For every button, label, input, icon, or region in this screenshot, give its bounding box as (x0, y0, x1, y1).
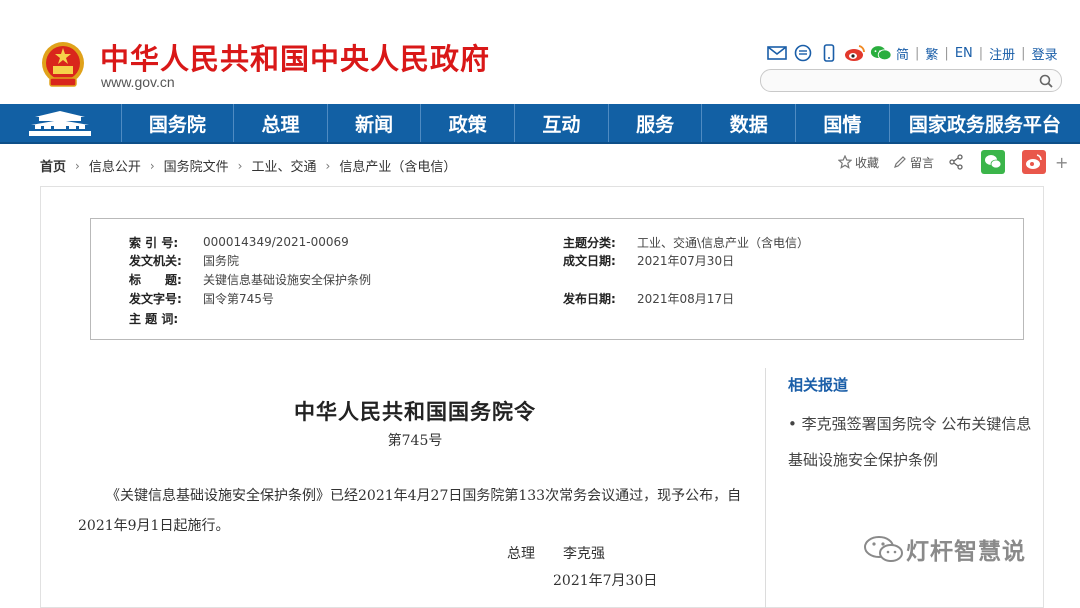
meta-title-label: 标 题: (129, 272, 182, 287)
wechat-logo-icon (864, 536, 903, 562)
meta-docno-label: 发文字号: (129, 291, 182, 306)
meta-index-label: 索 引 号: (129, 235, 179, 250)
chevron-right-icon: › (75, 158, 80, 173)
pencil-icon (894, 156, 906, 168)
site-header: 中华人民共和国中央人民政府 www.gov.cn 简 | 繁 | EN | 注册… (0, 0, 1080, 104)
mobile-icon[interactable] (818, 43, 840, 63)
link-login[interactable]: 登录 (1032, 44, 1058, 63)
meta-created-label: 成文日期: (563, 253, 616, 268)
page-tools: 收藏 留言 + (838, 150, 1068, 174)
share-wechat-button[interactable] (981, 150, 1008, 174)
nav-item-news[interactable]: 新闻 (328, 104, 422, 142)
chevron-right-icon: › (325, 158, 331, 173)
meta-published-label: 发布日期: (563, 291, 616, 306)
share-icon (949, 154, 963, 170)
wechat-icon (981, 150, 1006, 174)
related-reports: 相关报道 • 李克强签署国务院令 公布关键信息基础设施安全保护条例 (765, 368, 1046, 608)
signature: 总理 李克强 (507, 543, 605, 563)
search-icon[interactable] (1039, 73, 1053, 92)
chevron-right-icon: › (237, 158, 243, 173)
meta-topic-value: 工业、交通\信息产业（含电信） (637, 235, 810, 250)
top-links: 简 | 繁 | EN | 注册 | 登录 (766, 42, 1058, 64)
related-reports-title: 相关报道 (788, 376, 849, 394)
wechat-icon[interactable] (870, 43, 892, 63)
signer-title: 总理 (507, 546, 535, 562)
nav-item-policy[interactable]: 政策 (421, 104, 516, 142)
tiananmen-icon (29, 111, 92, 136)
watermark: 灯杆智慧说 (862, 532, 1026, 566)
breadcrumb-home[interactable]: 首页 (40, 156, 66, 175)
share-weibo-button[interactable] (1022, 150, 1049, 174)
signer-name: 李克强 (563, 546, 605, 562)
mail-icon[interactable] (766, 43, 788, 63)
meta-issuer-label: 发文机关: (129, 253, 182, 268)
more-share-icon[interactable]: + (1055, 153, 1068, 172)
meta-created-value: 2021年07月30日 (637, 253, 735, 268)
meta-title-value: 关键信息基础设施安全保护条例 (203, 272, 372, 287)
document-number: 第745号 (387, 433, 443, 449)
breadcrumb-state-council-docs[interactable]: 国务院文件 (164, 156, 229, 175)
favorite-button[interactable]: 收藏 (838, 154, 879, 171)
weibo-icon (1022, 150, 1047, 174)
nav-home[interactable] (0, 104, 122, 142)
site-url[interactable]: www.gov.cn (101, 74, 175, 90)
link-register[interactable]: 注册 (989, 44, 1015, 63)
search-box (760, 69, 1062, 92)
nav-item-national-info[interactable]: 国情 (796, 104, 890, 142)
document-date: 2021年7月30日 (553, 573, 658, 589)
breadcrumb: 首页 › 信息公开 › 国务院文件 › 工业、交通 › 信息产业（含电信） (40, 156, 456, 176)
meta-keywords-label: 主 题 词: (129, 311, 179, 326)
comment-button[interactable]: 留言 (893, 154, 934, 171)
document-title: 中华人民共和国国务院令 (294, 399, 536, 424)
search-input[interactable] (771, 70, 1035, 92)
breadcrumb-info-industry[interactable]: 信息产业（含电信） (339, 156, 456, 175)
weibo-icon[interactable] (844, 43, 866, 63)
meta-docno-value: 国令第745号 (203, 291, 274, 306)
nav-item-premier[interactable]: 总理 (234, 104, 328, 142)
comment-label: 留言 (910, 155, 935, 170)
watermark-text: 灯杆智慧说 (906, 539, 1026, 565)
main-nav: 国务院 总理 新闻 政策 互动 服务 数据 国情 国家政务服务平台 (0, 104, 1080, 144)
meta-issuer-value: 国务院 (203, 253, 240, 268)
bullet-icon: • (788, 415, 802, 433)
nav-item-gov-service-platform[interactable]: 国家政务服务平台 (890, 104, 1080, 142)
related-report-link[interactable]: • 李克强签署国务院令 公布关键信息基础设施安全保护条例 (788, 406, 1038, 478)
breadcrumb-info-disclosure[interactable]: 信息公开 (89, 156, 141, 175)
nav-item-data[interactable]: 数据 (702, 104, 797, 142)
meta-published-value: 2021年08月17日 (637, 291, 735, 306)
message-icon[interactable] (792, 43, 814, 63)
favorite-label: 收藏 (855, 155, 880, 170)
link-traditional[interactable]: 繁 (925, 44, 938, 63)
share-button[interactable] (948, 154, 967, 170)
meta-index-value: 000014349/2021-00069 (203, 235, 349, 249)
separator: | (915, 45, 920, 61)
document-metadata: 索 引 号: 000014349/2021-00069 主题分类: 工业、交通\… (90, 218, 1024, 340)
meta-topic-label: 主题分类: (563, 235, 616, 250)
separator: | (944, 45, 949, 61)
national-emblem-icon[interactable] (40, 40, 86, 90)
link-english[interactable]: EN (955, 46, 973, 61)
star-icon (838, 155, 852, 169)
nav-item-state-council[interactable]: 国务院 (122, 104, 235, 142)
nav-item-interaction[interactable]: 互动 (515, 104, 609, 142)
document-body: 《关键信息基础设施安全保护条例》已经2021年4月27日国务院第133次常务会议… (78, 488, 742, 534)
link-simplified[interactable]: 简 (896, 44, 909, 63)
site-title[interactable]: 中华人民共和国中央人民政府 (100, 36, 490, 78)
nav-item-services[interactable]: 服务 (609, 104, 703, 142)
related-report-text: 李克强签署国务院令 公布关键信息基础设施安全保护条例 (788, 415, 1032, 469)
separator: | (978, 45, 984, 61)
chevron-right-icon: › (149, 158, 155, 173)
separator: | (1021, 45, 1026, 61)
breadcrumb-industry-transport[interactable]: 工业、交通 (251, 156, 316, 175)
